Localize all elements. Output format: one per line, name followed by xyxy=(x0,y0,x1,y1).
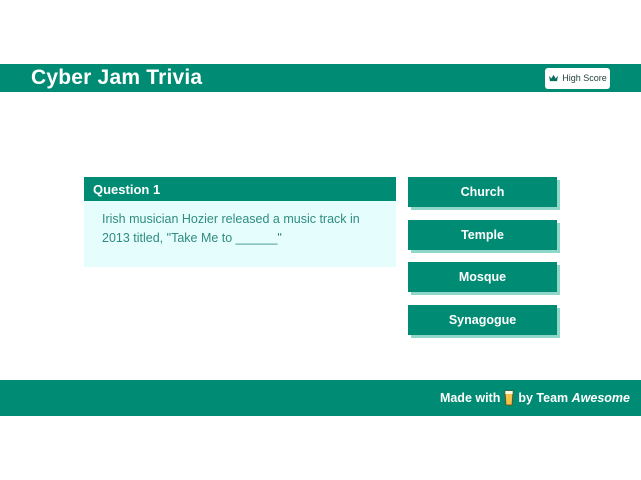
header-bar: Cyber Jam Trivia High Score xyxy=(0,64,641,92)
drink-icon xyxy=(504,390,514,406)
answer-button-church[interactable]: Church xyxy=(408,177,557,207)
footer-bar: Made with by Team Awesome xyxy=(0,380,641,416)
high-score-button[interactable]: High Score xyxy=(545,67,610,89)
answer-button-temple[interactable]: Temple xyxy=(408,219,557,250)
app-page: Cyber Jam Trivia High Score Question 1 I… xyxy=(0,0,641,480)
crown-icon xyxy=(549,74,559,82)
high-score-label: High Score xyxy=(562,73,607,83)
answer-button-mosque[interactable]: Mosque xyxy=(408,262,557,292)
footer-by-team: by Team xyxy=(518,391,569,405)
question-heading: Question 1 xyxy=(84,177,396,201)
question-card: Question 1 Irish musician Hozier release… xyxy=(84,177,396,267)
answer-list: Church Temple Mosque Synagogue xyxy=(408,177,557,347)
footer-made-with: Made with xyxy=(439,391,501,405)
footer-team-name: Awesome xyxy=(571,391,630,405)
answer-button-synagogue[interactable]: Synagogue xyxy=(408,304,557,335)
app-title: Cyber Jam Trivia xyxy=(31,66,203,89)
question-text: Irish musician Hozier released a music t… xyxy=(84,201,396,267)
